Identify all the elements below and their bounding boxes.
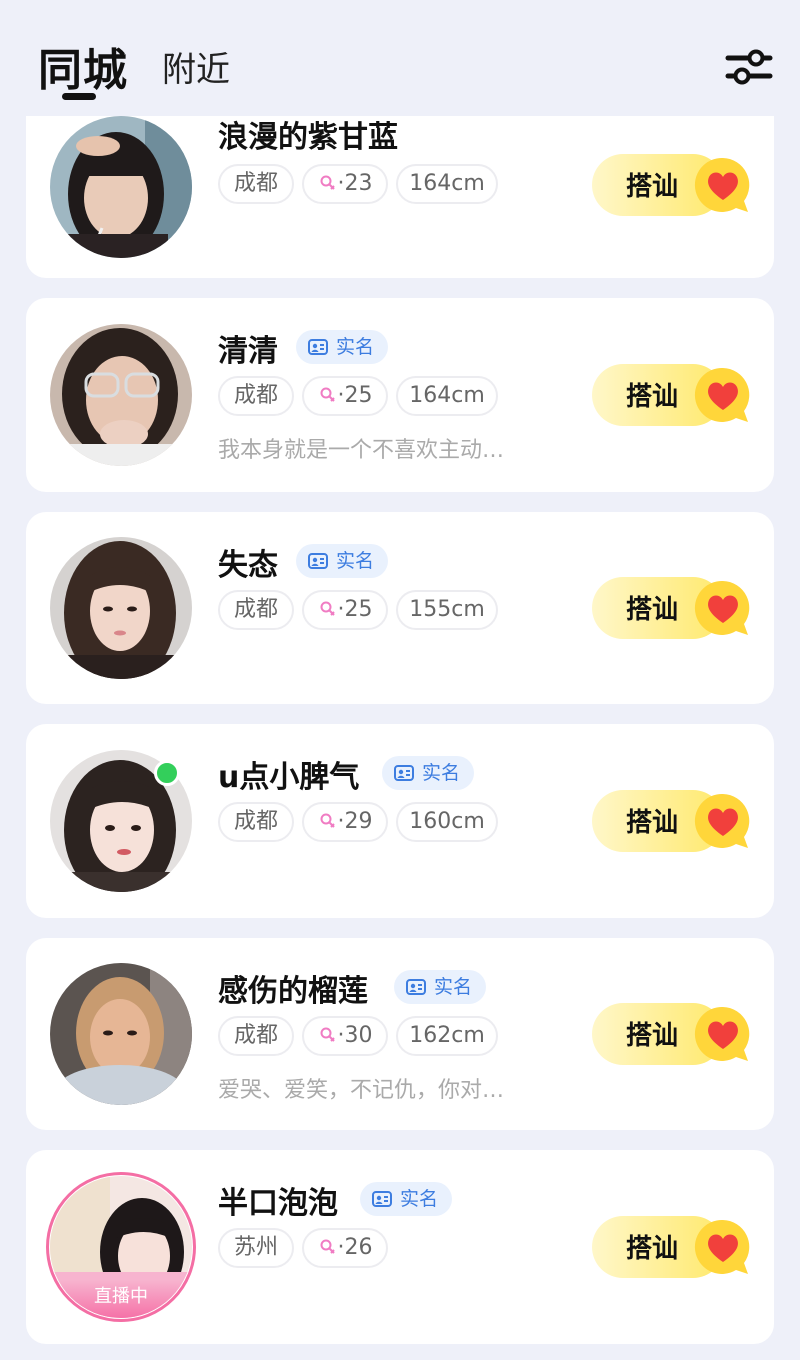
greet-button[interactable]: 搭讪 — [592, 790, 756, 852]
user-card[interactable]: 清清 实名 成都 ·25 164cm 我本身就是一个不喜欢主动… 搭讪 — [26, 298, 774, 492]
id-card-icon — [372, 1191, 392, 1207]
greet-button[interactable]: 搭讪 — [592, 1003, 756, 1065]
verified-label: 实名 — [422, 762, 461, 784]
live-badge: 直播中 — [50, 1280, 192, 1318]
greet-label: 搭讪 — [626, 1021, 679, 1051]
user-card[interactable]: 直播中 半口泡泡 实名 苏州 ·26 搭讪 — [26, 1150, 774, 1344]
user-name: u点小脾气 — [218, 760, 360, 795]
age-value: ·30 — [337, 1023, 373, 1048]
avatar[interactable] — [50, 963, 192, 1105]
greet-button[interactable]: 搭讪 — [592, 364, 756, 426]
city-tag: 成都 — [218, 802, 294, 842]
verified-label: 实名 — [336, 550, 375, 572]
user-name: 半口泡泡 — [218, 1186, 338, 1221]
id-card-icon — [394, 765, 414, 781]
greet-label: 搭讪 — [626, 808, 679, 838]
user-card[interactable]: 失态 实名 成都 ·25 155cm 搭讪 — [26, 512, 774, 704]
verified-label: 实名 — [434, 976, 473, 998]
age-tag: ·23 — [302, 164, 388, 204]
online-status-indicator — [154, 760, 180, 786]
city-tag: 成都 — [218, 590, 294, 630]
female-icon — [320, 813, 335, 828]
female-icon — [320, 601, 335, 616]
verified-label: 实名 — [400, 1188, 439, 1210]
user-name: 失态 — [218, 548, 278, 583]
height-tag: 164cm — [396, 376, 498, 416]
age-tag: ·25 — [302, 376, 388, 416]
height-tag: 155cm — [396, 590, 498, 630]
user-card[interactable]: 浪漫的紫甘蓝 成都 ·23 164cm 搭讪 — [26, 96, 774, 278]
user-card[interactable]: u点小脾气 实名 成都 ·29 160cm 搭讪 — [26, 724, 774, 918]
verified-badge: 实名 — [360, 1182, 453, 1216]
verified-badge: 实名 — [382, 756, 475, 790]
user-card[interactable]: 感伤的榴莲 实名 成都 ·30 162cm 爱哭、爱笑，不记仇，你对… 搭讪 — [26, 938, 774, 1130]
city-tag: 成都 — [218, 376, 294, 416]
age-value: ·23 — [337, 171, 373, 196]
greet-label: 搭讪 — [626, 382, 679, 412]
age-tag: ·25 — [302, 590, 388, 630]
user-bio: 我本身就是一个不喜欢主动… — [218, 438, 505, 463]
avatar[interactable]: 直播中 — [50, 1176, 192, 1318]
tab-same-city[interactable]: 同城 — [38, 34, 128, 98]
age-tag: ·30 — [302, 1016, 388, 1056]
user-name: 感伤的榴莲 — [218, 974, 368, 1009]
greet-button[interactable]: 搭讪 — [592, 1216, 756, 1278]
female-icon — [320, 387, 335, 402]
heart-bubble-icon — [692, 154, 754, 216]
user-name: 清清 — [218, 334, 278, 369]
id-card-icon — [406, 979, 426, 995]
avatar[interactable] — [50, 537, 192, 679]
age-tag: ·26 — [302, 1228, 388, 1268]
city-tag: 苏州 — [218, 1228, 294, 1268]
avatar[interactable] — [50, 324, 192, 466]
greet-label: 搭讪 — [626, 1234, 679, 1264]
heart-bubble-icon — [692, 364, 754, 426]
greet-button[interactable]: 搭讪 — [592, 577, 756, 639]
user-bio: 爱哭、爱笑，不记仇，你对… — [218, 1078, 505, 1103]
age-value: ·26 — [337, 1235, 373, 1260]
verified-badge: 实名 — [296, 544, 389, 578]
heart-bubble-icon — [692, 790, 754, 852]
heart-bubble-icon — [692, 1003, 754, 1065]
age-value: ·25 — [337, 383, 373, 408]
verified-label: 实名 — [336, 336, 375, 358]
height-tag: 162cm — [396, 1016, 498, 1056]
heart-bubble-icon — [692, 1216, 754, 1278]
user-name: 浪漫的紫甘蓝 — [218, 120, 398, 155]
female-icon — [320, 1027, 335, 1042]
tab-active-indicator — [62, 93, 96, 100]
heart-bubble-icon — [692, 577, 754, 639]
city-tag: 成都 — [218, 1016, 294, 1056]
height-tag: 160cm — [396, 802, 498, 842]
female-icon — [320, 175, 335, 190]
avatar[interactable] — [50, 116, 192, 258]
tab-nearby[interactable]: 附近 — [162, 42, 230, 91]
verified-badge: 实名 — [296, 330, 389, 364]
age-tag: ·29 — [302, 802, 388, 842]
age-value: ·25 — [337, 597, 373, 622]
filter-icon[interactable] — [724, 46, 774, 86]
greet-label: 搭讪 — [626, 595, 679, 625]
id-card-icon — [308, 339, 328, 355]
height-tag: 164cm — [396, 164, 498, 204]
city-tag: 成都 — [218, 164, 294, 204]
top-bar: 同城 附近 — [0, 0, 800, 116]
verified-badge: 实名 — [394, 970, 487, 1004]
age-value: ·29 — [337, 809, 373, 834]
greet-button[interactable]: 搭讪 — [592, 154, 756, 216]
greet-label: 搭讪 — [626, 172, 679, 202]
female-icon — [320, 1239, 335, 1254]
id-card-icon — [308, 553, 328, 569]
